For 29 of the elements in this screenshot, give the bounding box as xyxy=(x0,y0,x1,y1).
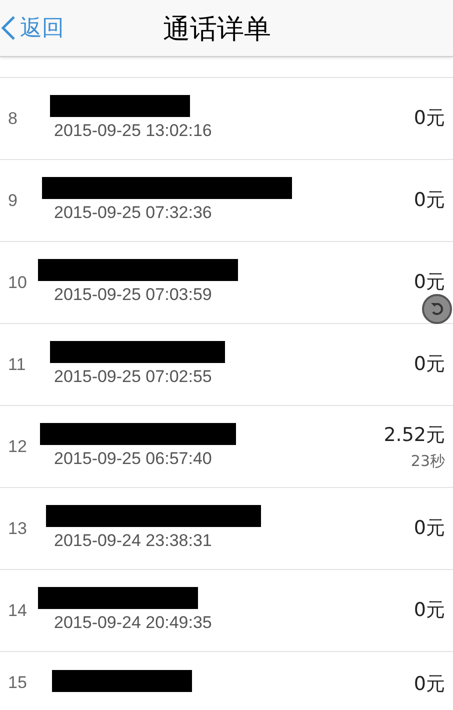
call-time: 2015-09-24 20:49:35 xyxy=(54,612,213,634)
call-charge: 0元 xyxy=(414,598,445,624)
call-charge: 0元 xyxy=(414,188,445,214)
page-title: 通话详单 xyxy=(163,13,271,47)
row-number: 10 xyxy=(7,272,28,294)
call-time: 2015-09-24 23:38:31 xyxy=(54,530,213,552)
row-number: 11 xyxy=(7,354,27,376)
call-time: 2015-09-25 06:57:40 xyxy=(54,448,213,470)
back-button[interactable]: 返回 xyxy=(0,12,64,44)
undo-icon xyxy=(429,301,445,317)
call-time: 2015-09-25 07:32:36 xyxy=(54,202,213,224)
call-charge: 0元 xyxy=(414,270,445,296)
row-number: 9 xyxy=(7,190,18,212)
row-number: 15 xyxy=(7,672,28,694)
call-charge: 0元 xyxy=(414,106,445,132)
back-icon xyxy=(0,15,16,41)
call-charge: 0元 xyxy=(414,352,445,378)
call-charge: 0元 xyxy=(414,516,445,542)
undo-button[interactable] xyxy=(422,294,452,324)
call-time: 2015-09-25 13:02:16 xyxy=(54,120,213,142)
row-number: 13 xyxy=(7,518,28,540)
row-number: 14 xyxy=(7,600,28,622)
call-time: 2015-09-25 07:02:55 xyxy=(54,366,213,388)
row-number: 8 xyxy=(7,108,18,130)
call-duration: 23秒 xyxy=(410,450,445,472)
call-time: 2015-09-25 07:03:59 xyxy=(54,284,213,306)
row-number: 12 xyxy=(7,436,28,458)
call-charge: 0元 xyxy=(414,672,445,697)
call-charge: 2.52元 xyxy=(384,423,445,448)
